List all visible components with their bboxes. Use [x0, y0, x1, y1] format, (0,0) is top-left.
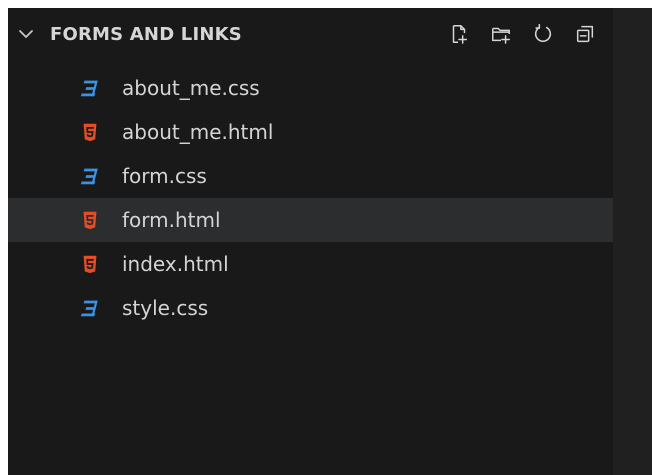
file-name: form.css — [122, 164, 207, 188]
file-item-index-html[interactable]: index.html — [8, 242, 613, 286]
file-name: about_me.css — [122, 76, 260, 100]
new-file-button[interactable] — [447, 22, 471, 46]
new-folder-icon — [492, 27, 510, 44]
refresh-button[interactable] — [531, 22, 555, 46]
explorer-panel: FORMS AND LINKS about_me.css about_me.ht… — [8, 8, 613, 475]
file-item-style-css[interactable]: style.css — [8, 286, 613, 330]
css-icon — [79, 296, 101, 320]
file-list: about_me.css about_me.html form.css form… — [8, 66, 613, 330]
html-icon — [79, 208, 101, 232]
collapse-all-button[interactable] — [573, 22, 597, 46]
chevron-down-icon[interactable] — [18, 26, 34, 42]
file-item-about-me-css[interactable]: about_me.css — [8, 66, 613, 110]
refresh-icon — [534, 23, 552, 43]
collapse-all-icon — [576, 25, 594, 43]
editor-edge — [613, 8, 652, 475]
folder-title: FORMS AND LINKS — [50, 24, 242, 45]
folder-header[interactable]: FORMS AND LINKS — [8, 18, 613, 52]
file-name: index.html — [122, 252, 229, 276]
file-item-form-html[interactable]: form.html — [8, 198, 613, 242]
explorer-actions — [447, 22, 597, 46]
file-item-form-css[interactable]: form.css — [8, 154, 613, 198]
new-folder-button[interactable] — [489, 22, 513, 46]
html-icon — [79, 120, 101, 144]
css-icon — [79, 164, 101, 188]
file-name: form.html — [122, 208, 221, 232]
file-name: about_me.html — [122, 120, 274, 144]
html-icon — [79, 252, 101, 276]
file-item-about-me-html[interactable]: about_me.html — [8, 110, 613, 154]
css-icon — [79, 76, 101, 100]
new-file-icon — [452, 25, 468, 44]
file-name: style.css — [122, 296, 209, 320]
